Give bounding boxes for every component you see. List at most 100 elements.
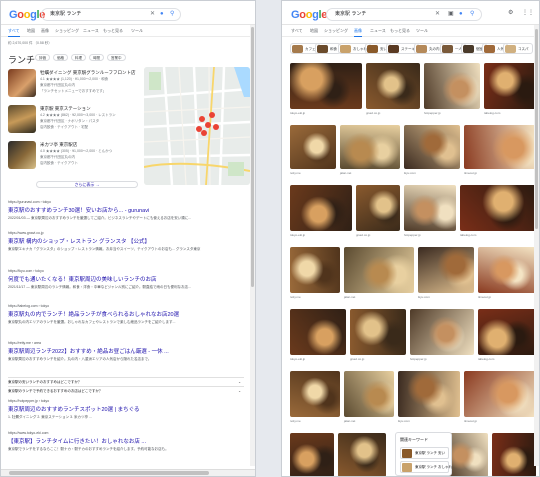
search-tabs: すべて 地図 ショッピング 画像 ニュース もっと見る ツール: [282, 25, 539, 37]
image-result[interactable]: [478, 309, 536, 355]
tab-news[interactable]: ニュース: [83, 28, 99, 34]
image-result[interactable]: [356, 185, 400, 231]
tab-images[interactable]: 画像: [41, 28, 49, 34]
image-result[interactable]: [290, 371, 340, 417]
filter-rating[interactable]: 評価: [35, 54, 50, 61]
google-logo[interactable]: Google: [291, 9, 327, 21]
tab-images[interactable]: 画像: [354, 28, 362, 37]
mic-icon[interactable]: ●: [160, 9, 164, 20]
local-place-1[interactable]: 牡蠣ダイニング 東京駅グランルーフフロント店 4.1 ★★★★ (1,120) …: [8, 69, 136, 103]
search-input[interactable]: 東京駅 ランチ ✕ ▣ ● ⚲: [326, 8, 482, 21]
place-address: 東京都千代田区 · ナポリタン・パスタ: [40, 119, 100, 123]
image-result[interactable]: [424, 63, 480, 109]
right-browser-window: Google 東京駅 ランチ ✕ ▣ ● ⚲ ⚙ ⋮⋮ すべて 地図 ショッピン…: [281, 0, 540, 477]
tab-shopping[interactable]: ショッピング: [55, 28, 79, 34]
image-result[interactable]: [484, 63, 536, 109]
result-title[interactable]: 東京駅丸の内でランチ！絶品ランチが食べられるおしゃれなお店20選: [8, 310, 246, 318]
image-result[interactable]: [350, 309, 406, 355]
result-title[interactable]: 東京駅のおすすめランチ30選！安いお店から... - gurunavi: [8, 206, 246, 214]
related-chip[interactable]: コスパ: [503, 43, 533, 54]
image-source-caption: tabelog.com: [478, 357, 495, 361]
tab-more[interactable]: もっと見る: [390, 28, 410, 34]
result-url[interactable]: https://www.gnavi.co.jp: [8, 231, 246, 235]
image-result[interactable]: [338, 433, 386, 476]
image-result[interactable]: [344, 247, 414, 293]
image-source-caption: tokyo-eki.jp: [290, 357, 306, 361]
vertical-scrollbar[interactable]: [534, 25, 539, 466]
result-url[interactable]: https://www.tokyo-eki.com: [8, 431, 246, 435]
image-result[interactable]: [290, 185, 352, 231]
image-result[interactable]: [290, 309, 346, 355]
clear-icon[interactable]: ✕: [435, 9, 440, 20]
camera-icon[interactable]: ▣: [448, 9, 454, 20]
result-url[interactable]: https://tabelog.com › tokyo: [8, 304, 246, 308]
more-places-button[interactable]: さらに表示 →: [36, 181, 138, 188]
image-result[interactable]: [290, 247, 340, 293]
result-title[interactable]: 東京駅周辺のおすすめランチスポット20選 | まちぐる: [8, 405, 246, 413]
filter-open[interactable]: 営業中: [107, 54, 126, 61]
local-place-3[interactable]: 米カツ亭 東京駅店 4.0 ★★★★ (305) · ¥1,000～2,000 …: [8, 141, 136, 175]
tab-more[interactable]: もっと見る: [103, 28, 123, 34]
image-result[interactable]: [404, 125, 460, 169]
search-result-5: https://retty.me › area 東京駅周辺ランチ2022】おすす…: [8, 341, 246, 362]
tab-all[interactable]: すべて: [8, 28, 20, 37]
image-source-caption: jalan.net: [340, 171, 352, 175]
result-url[interactable]: https://retty.me › area: [8, 341, 246, 345]
place-services: 店内飲食 · テイクアウト: [40, 161, 79, 165]
image-result[interactable]: [366, 63, 420, 109]
filter-hours[interactable]: 時間: [89, 54, 104, 61]
local-map[interactable]: [144, 67, 250, 185]
tab-maps[interactable]: 地図: [27, 28, 35, 34]
image-result[interactable]: [344, 371, 394, 417]
result-url[interactable]: https://gurunavi.com › tokyo: [8, 200, 246, 204]
result-snippet: 2022/01/03 — 東京駅周辺のおすすめランチを厳選してご紹介。ビジネスラ…: [8, 216, 192, 220]
google-logo[interactable]: Google: [9, 9, 45, 21]
image-result[interactable]: [448, 433, 488, 476]
search-icon[interactable]: ⚲: [470, 9, 474, 20]
result-snippet: 東京駅エキナカ「グランスタ」のショップ・レストラン情報。お弁当やスイーツ、テイク…: [8, 247, 201, 251]
image-result[interactable]: [410, 309, 474, 355]
result-title[interactable]: 【東京駅】ランチタイムに行きたい！おしゃれなお店 ...: [8, 437, 246, 445]
image-result[interactable]: [290, 63, 362, 109]
paa-question-2[interactable]: 東京駅のランチで予約できるおすすめのお店はどこですか？ ⌄: [8, 386, 244, 394]
search-input[interactable]: 東京駅 ランチ ✕ ● ⚲: [41, 8, 181, 21]
result-title[interactable]: 東京駅 構内のショップ・レストラン グランスタ 【公式】: [8, 237, 246, 245]
image-result[interactable]: [464, 125, 536, 169]
image-result[interactable]: [418, 247, 474, 293]
settings-icon[interactable]: ⚙: [508, 8, 513, 19]
image-result[interactable]: [464, 371, 536, 417]
image-result[interactable]: [492, 433, 536, 476]
vertical-scrollbar[interactable]: [250, 25, 255, 466]
result-snippet: 東京駅周辺のおすすめランチを紹介。丸の内・八重洲エリアの人気店から隠れた名店まで…: [8, 357, 152, 361]
panel-item-2[interactable]: 東京駅 ランチ おしゃれ: [400, 461, 452, 473]
tab-all[interactable]: すべて: [291, 28, 303, 34]
local-place-2[interactable]: 東京駅 東京ステーション 4.2 ★★★★ (862) · ¥2,000～3,0…: [8, 105, 136, 139]
result-title[interactable]: 何度でも通いたくなる！東京駅周辺の美味しいランチのお店: [8, 275, 246, 283]
image-result[interactable]: [398, 371, 460, 417]
mic-icon[interactable]: ●: [459, 9, 463, 20]
image-result[interactable]: [290, 125, 336, 169]
image-result[interactable]: [290, 433, 334, 476]
result-url[interactable]: https://hotpepper.jp › tokyo: [8, 399, 246, 403]
image-result[interactable]: [340, 125, 400, 169]
tab-maps[interactable]: 地図: [310, 28, 318, 34]
search-icon[interactable]: ⚲: [170, 9, 174, 20]
place-rating: 4.2 ★★★★ (862) · ¥2,000～3,000 · レストラン: [40, 113, 116, 117]
paa-question-1[interactable]: 東京駅の安いランチのおすすめはどこですか？ ⌄: [8, 377, 244, 385]
tab-news[interactable]: ニュース: [370, 28, 386, 34]
horizontal-scrollbar[interactable]: [1, 469, 255, 476]
result-title[interactable]: 東京駅周辺ランチ2022】おすすめ・絶品お昼ごはん厳選 - 一休 ...: [8, 347, 246, 355]
filter-cuisine[interactable]: 料理: [71, 54, 86, 61]
result-url[interactable]: https://ikyu.com › tokyo: [8, 269, 246, 273]
image-result[interactable]: [404, 185, 456, 231]
filter-price[interactable]: 価格: [53, 54, 68, 61]
result-snippet: 東京駅丸の内エリアのランチを厳選。おしゃれなカフェやレストランで楽しむ絶品ランチ…: [8, 320, 176, 324]
tab-tools[interactable]: ツール: [416, 28, 428, 34]
image-result[interactable]: [478, 247, 536, 293]
panel-item-1[interactable]: 東京駅 ランチ 安い: [400, 447, 449, 459]
tab-tools[interactable]: ツール: [131, 28, 143, 34]
clear-icon[interactable]: ✕: [150, 9, 155, 20]
apps-icon[interactable]: ⋮⋮: [522, 8, 534, 19]
tab-shopping[interactable]: ショッピング: [324, 28, 348, 34]
image-result[interactable]: [460, 185, 536, 231]
